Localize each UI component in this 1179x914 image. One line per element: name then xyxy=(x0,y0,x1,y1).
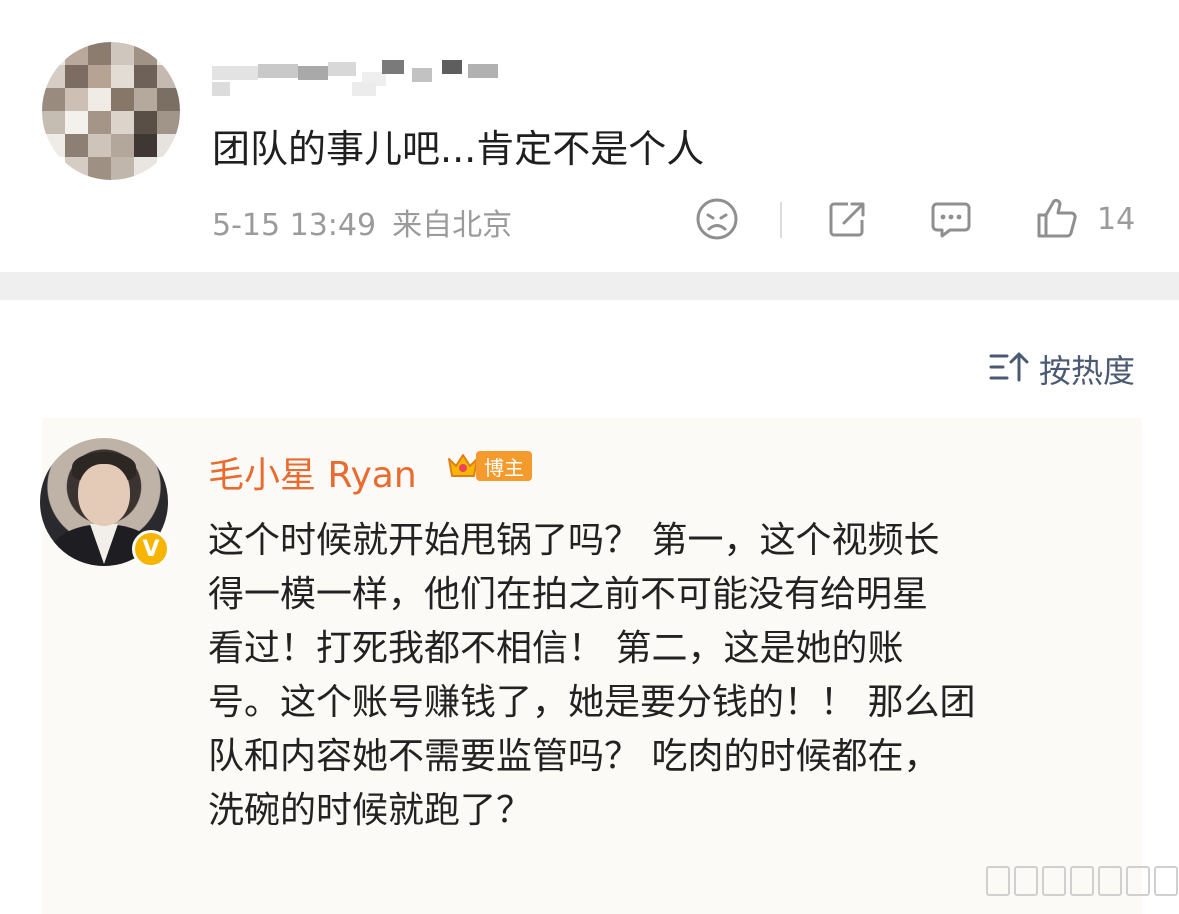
like-count: 14 xyxy=(1097,202,1136,237)
avatar[interactable] xyxy=(42,42,180,180)
thumbs-up-icon[interactable] xyxy=(1034,196,1080,242)
verified-v-icon: V xyxy=(132,530,170,568)
reply-text-line: 看过！打死我都不相信！ 第二，这是她的账 xyxy=(208,628,904,669)
username-blurred[interactable] xyxy=(212,58,502,96)
reply-author-name[interactable]: 毛小星 Ryan xyxy=(208,446,417,498)
sort-by-hot-button[interactable]: 按热度 xyxy=(989,346,1135,392)
comment-item: 团队的事儿吧...肯定不是个人 5-15 13:49 来自北京 14 xyxy=(0,0,1179,272)
comment-text: 团队的事儿吧...肯定不是个人 xyxy=(212,127,705,171)
comment-icon[interactable] xyxy=(928,196,974,242)
comment-time: 5-15 13:49 xyxy=(212,208,377,243)
crown-icon xyxy=(446,449,480,483)
reply-text-line: 洗碗的时候就跑了？ xyxy=(208,790,533,831)
comment-meta: 5-15 13:49 来自北京 xyxy=(212,200,512,244)
share-icon[interactable] xyxy=(824,196,870,242)
sad-face-icon[interactable] xyxy=(694,196,740,242)
watermark xyxy=(986,866,1178,896)
reply-text-line: 这个时候就开始甩锅了吗？ 第一，这个视频长 xyxy=(208,520,940,561)
host-badge: 博主 xyxy=(446,448,532,484)
sort-icon xyxy=(989,350,1029,388)
host-badge-label: 博主 xyxy=(476,451,532,481)
comment-location: 来自北京 xyxy=(392,208,513,243)
reply-text-line: 得一模一样，他们在拍之前不可能没有给明星 xyxy=(208,574,929,615)
sort-label: 按热度 xyxy=(1038,352,1135,390)
reply-text-line: 队和内容她不需要监管吗？ 吃肉的时候都在， xyxy=(208,736,940,777)
reply-text-line: 号。这个账号赚钱了，她是要分钱的！！ 那么团 xyxy=(208,682,976,723)
divider xyxy=(780,202,782,238)
reply-text: 这个时候就开始甩锅了吗？ 第一，这个视频长 得一模一样，他们在拍之前不可能没有给… xyxy=(208,514,1148,838)
section-separator xyxy=(0,272,1179,300)
